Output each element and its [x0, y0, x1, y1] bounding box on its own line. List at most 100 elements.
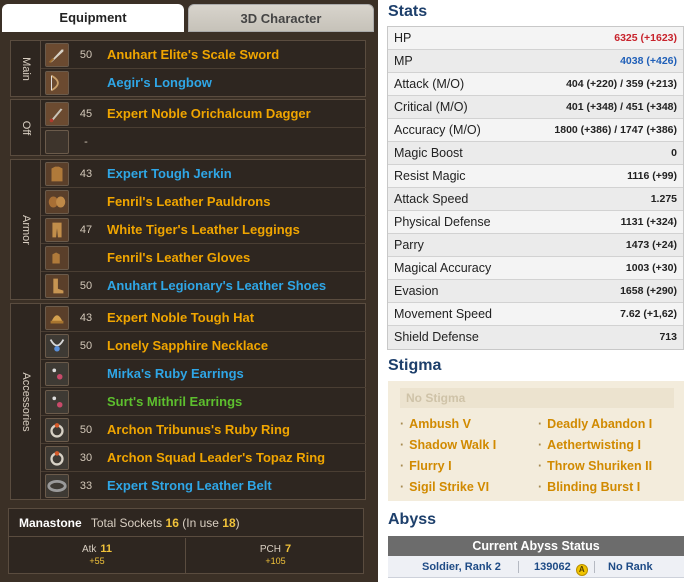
- total-sockets-value: 16: [165, 516, 179, 530]
- ring-icon: [45, 418, 69, 442]
- equip-row[interactable]: 50 Lonely Sapphire Necklace: [41, 332, 366, 360]
- equip-row[interactable]: 43 Expert Tough Jerkin: [41, 160, 366, 188]
- group-label-main: Main: [11, 41, 41, 96]
- stat-label: Evasion: [394, 284, 439, 298]
- stigma-skill[interactable]: Sigil Strike VI: [400, 480, 489, 494]
- no-stigma-label: No Stigma: [400, 388, 674, 408]
- item-name[interactable]: Expert Noble Tough Hat: [107, 304, 254, 332]
- item-name[interactable]: Archon Squad Leader's Topaz Ring: [107, 444, 325, 472]
- equip-row[interactable]: Fenril's Leather Gloves: [41, 244, 366, 272]
- sword-icon: [45, 43, 69, 67]
- stat-value: 1003 (+30): [625, 262, 677, 274]
- stat-label: Attack (M/O): [394, 77, 465, 91]
- item-name[interactable]: Mirka's Ruby Earrings: [107, 360, 244, 388]
- group-label-accessories: Accessories: [11, 304, 41, 499]
- divider: [518, 561, 519, 573]
- item-name[interactable]: Anuhart Legionary's Leather Shoes: [107, 272, 326, 300]
- stat-value: 1658 (+290): [620, 285, 677, 297]
- item-level: 50: [79, 280, 93, 292]
- stat-value: 1.275: [650, 193, 677, 205]
- stat-row: HP 6325 (+1623): [388, 27, 683, 50]
- stigma-skill[interactable]: Throw Shuriken II: [538, 459, 652, 473]
- item-name[interactable]: Expert Strong Leather Belt: [107, 472, 272, 500]
- stigma-panel: No Stigma Ambush V Shadow Walk I Flurry …: [388, 381, 684, 501]
- equip-row[interactable]: Mirka's Ruby Earrings: [41, 360, 366, 388]
- equip-row[interactable]: 33 Expert Strong Leather Belt: [41, 472, 366, 500]
- empty-slot-icon: [45, 130, 69, 154]
- group-label-armor: Armor: [11, 160, 41, 299]
- stigma-skill[interactable]: Ambush V: [400, 417, 471, 431]
- equip-row[interactable]: Fenril's Leather Pauldrons: [41, 188, 366, 216]
- in-use-close: ): [235, 516, 240, 530]
- atk-label: Atk: [81, 544, 97, 555]
- stat-row: Accuracy (M/O) 1800 (+386) / 1747 (+386): [388, 119, 683, 142]
- equip-row[interactable]: 30 Archon Squad Leader's Topaz Ring: [41, 444, 366, 472]
- manastone-panel: Manastone Total Sockets 16 (In use 18) A…: [8, 508, 364, 574]
- stigma-skill[interactable]: Flurry I: [400, 459, 451, 473]
- stat-value: 1116 (+99): [627, 170, 677, 182]
- stat-row: Resist Magic 1116 (+99): [388, 165, 683, 188]
- item-level: 50: [79, 424, 93, 436]
- stat-label: Shield Defense: [394, 330, 479, 344]
- stat-row: Critical (M/O) 401 (+348) / 451 (+348): [388, 96, 683, 119]
- equip-row[interactable]: 45 Expert Noble Orichalcum Dagger: [41, 100, 366, 128]
- stat-label: Movement Speed: [394, 307, 492, 321]
- stat-label: Attack Speed: [394, 192, 469, 206]
- stat-row: Shield Defense 713: [388, 326, 683, 349]
- item-level: 43: [79, 312, 93, 324]
- equip-row[interactable]: Aegir's Longbow: [41, 69, 366, 97]
- equip-row[interactable]: Surt's Mithril Earrings: [41, 388, 366, 416]
- abyss-title: Abyss: [388, 511, 437, 528]
- in-use-value: 18: [222, 516, 236, 530]
- equip-row[interactable]: 50 Archon Tribunus's Ruby Ring: [41, 416, 366, 444]
- stat-value: 1473 (+24): [625, 239, 677, 251]
- stat-value: 401 (+348) / 451 (+348): [566, 101, 677, 113]
- stat-label: MP: [394, 54, 413, 68]
- atk-value: 11: [100, 543, 113, 555]
- item-name[interactable]: Anuhart Elite's Scale Sword: [107, 41, 279, 69]
- stat-value: 1131 (+324): [620, 216, 677, 228]
- stat-label: Magic Boost: [394, 146, 463, 160]
- abyss-coin-icon: A: [575, 564, 588, 576]
- item-name[interactable]: Archon Tribunus's Ruby Ring: [107, 416, 290, 444]
- item-name[interactable]: Lonely Sapphire Necklace: [107, 332, 268, 360]
- item-name[interactable]: Surt's Mithril Earrings: [107, 388, 242, 416]
- shoes-icon: [45, 274, 69, 298]
- total-sockets-label: Total Sockets: [90, 516, 163, 530]
- equip-row[interactable]: 50 Anuhart Legionary's Leather Shoes: [41, 272, 366, 300]
- group-main: Main 50 Anuhart Elite's Scale Sword Aegi…: [10, 40, 366, 97]
- equip-row[interactable]: 50 Anuhart Elite's Scale Sword: [41, 41, 366, 69]
- abyss-row: Soldier, Rank 2 139062 A No Rank: [388, 556, 684, 578]
- item-name[interactable]: Expert Tough Jerkin: [107, 160, 232, 188]
- item-level: 30: [79, 452, 93, 464]
- equip-row[interactable]: 43 Expert Noble Tough Hat: [41, 304, 366, 332]
- stat-label: Accuracy (M/O): [394, 123, 481, 137]
- ring-icon: [45, 446, 69, 470]
- tab-3d-character[interactable]: 3D Character: [188, 4, 374, 32]
- equip-row[interactable]: 47 White Tiger's Leather Leggings: [41, 216, 366, 244]
- group-label-off: Off: [11, 100, 41, 155]
- abyss-standing: No Rank: [608, 561, 653, 573]
- item-level: [73, 360, 99, 388]
- item-name[interactable]: Expert Noble Orichalcum Dagger: [107, 100, 311, 128]
- tab-equipment[interactable]: Equipment: [2, 4, 184, 32]
- item-level: -: [84, 136, 88, 148]
- item-level: [73, 69, 99, 97]
- stat-label: Critical (M/O): [394, 100, 468, 114]
- item-name[interactable]: Aegir's Longbow: [107, 69, 212, 97]
- item-name[interactable]: Fenril's Leather Pauldrons: [107, 188, 270, 216]
- stigma-skill[interactable]: Blinding Burst I: [538, 480, 640, 494]
- item-name[interactable]: Fenril's Leather Gloves: [107, 244, 250, 272]
- equipment-list: Main 50 Anuhart Elite's Scale Sword Aegi…: [2, 32, 376, 582]
- stigma-skill[interactable]: Deadly Abandon I: [538, 417, 652, 431]
- item-name[interactable]: White Tiger's Leather Leggings: [107, 216, 300, 244]
- stat-value: 7.62 (+1,62): [620, 308, 677, 320]
- pch-label: PCH: [259, 544, 281, 555]
- stigma-skill[interactable]: Shadow Walk I: [400, 438, 496, 452]
- stat-value: 404 (+220) / 359 (+213): [566, 78, 677, 90]
- equip-row[interactable]: -: [41, 128, 366, 156]
- stigma-skill[interactable]: Aethertwisting I: [538, 438, 641, 452]
- jerkin-icon: [45, 162, 69, 186]
- stat-row: Evasion 1658 (+290): [388, 280, 683, 303]
- bow-icon: [45, 71, 69, 95]
